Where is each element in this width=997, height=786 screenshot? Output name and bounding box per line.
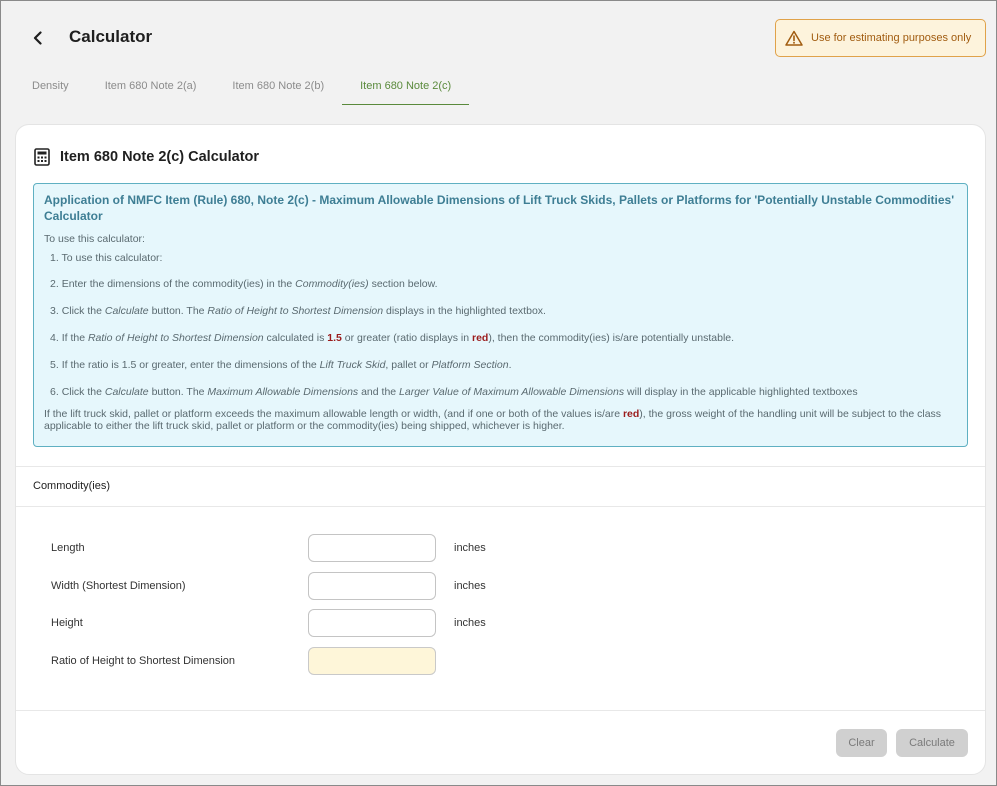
width-unit: inches xyxy=(454,580,486,592)
length-row: Length inches xyxy=(51,534,486,562)
step-2: 2. Enter the dimensions of the commodity… xyxy=(50,278,438,290)
card-header: Item 680 Note 2(c) Calculator xyxy=(34,148,259,166)
step-6: 6. Click the Calculate button. The Maxim… xyxy=(50,386,858,398)
height-unit: inches xyxy=(454,617,486,629)
clear-button[interactable]: Clear xyxy=(836,729,887,757)
estimate-warning-badge: Use for estimating purposes only xyxy=(775,19,986,57)
length-unit: inches xyxy=(454,542,486,554)
page-title: Calculator xyxy=(69,27,153,46)
instructions-footnote: If the lift truck skid, pallet or platfo… xyxy=(44,408,942,432)
step-3: 3. Click the Calculate button. The Ratio… xyxy=(50,305,546,317)
height-row: Height inches xyxy=(51,609,486,637)
height-label: Height xyxy=(51,617,83,629)
card-title: Item 680 Note 2(c) Calculator xyxy=(60,149,260,165)
tab-item-680-note-2a[interactable]: Item 680 Note 2(a) xyxy=(87,71,215,105)
step-1: 1. To use this calculator: xyxy=(50,252,163,264)
height-input[interactable] xyxy=(308,609,436,637)
chevron-left-icon xyxy=(33,31,42,45)
tab-density[interactable]: Density xyxy=(14,71,87,105)
ratio-output[interactable] xyxy=(308,647,436,675)
instructions-intro: To use this calculator: xyxy=(44,233,145,245)
width-row: Width (Shortest Dimension) inches xyxy=(51,572,486,600)
ratio-label: Ratio of Height to Shortest Dimension xyxy=(51,655,236,667)
instructions-heading: Application of NMFC Item (Rule) 680, Not… xyxy=(44,193,955,223)
step-4: 4. If the Ratio of Height to Shortest Di… xyxy=(50,332,735,344)
commodities-section-header: Commodity(ies) xyxy=(16,466,985,507)
width-label: Width (Shortest Dimension) xyxy=(51,580,186,592)
length-label: Length xyxy=(51,542,85,554)
warning-text: Use for estimating purposes only xyxy=(811,32,972,44)
tab-item-680-note-2b[interactable]: Item 680 Note 2(b) xyxy=(214,71,342,105)
instructions-steps: 1. To use this calculator: 2. Enter the … xyxy=(44,253,957,406)
tab-item-680-note-2c[interactable]: Item 680 Note 2(c) xyxy=(342,71,470,105)
calculator-card: Item 680 Note 2(c) Calculator Applicatio… xyxy=(15,124,986,775)
length-input[interactable] xyxy=(308,534,436,562)
calculator-tabs: Density Item 680 Note 2(a) Item 680 Note… xyxy=(14,71,470,105)
calculator-icon xyxy=(34,148,50,166)
calculate-button[interactable]: Calculate xyxy=(896,729,968,757)
step-5: 5. If the ratio is 1.5 or greater, enter… xyxy=(50,359,512,371)
warning-triangle-icon xyxy=(785,30,803,46)
back-button[interactable] xyxy=(25,25,51,51)
instructions-box: Application of NMFC Item (Rule) 680, Not… xyxy=(33,183,968,447)
width-input[interactable] xyxy=(308,572,436,600)
footer-divider xyxy=(16,710,985,711)
ratio-row: Ratio of Height to Shortest Dimension xyxy=(51,647,436,675)
